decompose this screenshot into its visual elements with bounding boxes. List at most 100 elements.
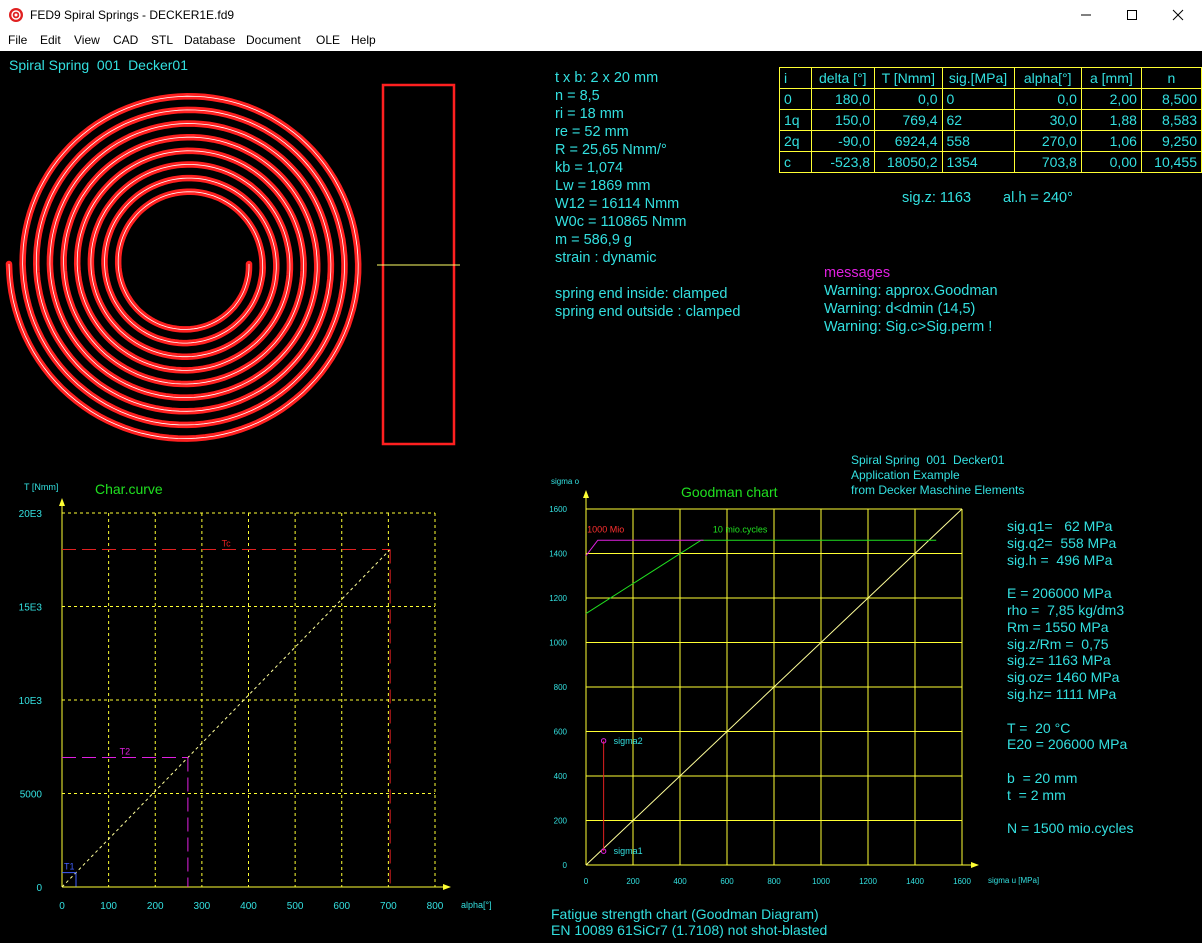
sig-z-text: sig.z: 1163: [902, 190, 972, 206]
material-line-12: T = 20 °C: [1007, 719, 1071, 736]
material-line-4: E = 206000 MPa: [1007, 585, 1112, 602]
table-cell: 0,0: [874, 88, 943, 110]
goodman-info: Spiral Spring 001 Decker01 Application Ex…: [851, 453, 1024, 498]
x-tick-label: 1600: [953, 877, 971, 886]
param-line-9: m = 586,9 g: [555, 232, 632, 248]
x-axis-label: alpha[°]: [461, 900, 492, 910]
y-axis-label: sigma o: [551, 477, 580, 486]
y-tick-label: 1600: [549, 505, 567, 514]
y-tick-label: 0: [563, 861, 568, 870]
table-cell: 9,250: [1140, 130, 1202, 152]
marker-label-T2: T2: [120, 747, 131, 757]
x-tick-label: 1200: [859, 877, 877, 886]
y-tick-label: 20E3: [19, 509, 43, 520]
param-line-13: spring end outside : clamped: [555, 304, 741, 320]
column-header: T [Nmm]: [874, 67, 943, 89]
y-axis-arrow: [583, 490, 589, 498]
goodman-chart: 0 200 400 600 800 1000 1200 1400 1600 0 200 400 600 8…: [549, 477, 1039, 886]
series-10-mio-cycles: [585, 539, 937, 615]
char-curve-chart: 0 100 200 300 400 500 600 700 800 0 5000 10E3 15E3 20…: [19, 481, 492, 912]
param-line-5: kb = 1,074: [555, 160, 624, 176]
table-cell: 6924,4: [874, 130, 943, 152]
material-line-10: sig.hz= 1111 MPa: [1007, 685, 1117, 702]
x-tick-label: 800: [427, 901, 444, 912]
table-cell: 0,00: [1080, 151, 1142, 173]
marker-label-Tc: Tc: [222, 538, 232, 548]
table-cell: 703,8: [1013, 151, 1082, 173]
param-line-4: R = 25,65 Nmm/°: [555, 142, 667, 158]
y-tick-label: 15E3: [19, 603, 43, 614]
spring-parameters: t x b: 2 x 20 mm n = 8,5 ri = 18 mm re = 52…: [555, 69, 740, 321]
material-line-17: [1007, 804, 1133, 821]
y-tick-label: 0: [36, 883, 42, 894]
param-line-0: t x b: 2 x 20 mm: [555, 70, 659, 86]
load-table: i delta [°] T [Nmm] sig.[MPa] alpha[°] a [mm]…: [779, 67, 1202, 173]
table-cell: c: [779, 151, 812, 173]
y-tick-label: 800: [554, 683, 568, 692]
x-tick-label: 300: [194, 901, 211, 912]
param-line-12: spring end inside: clamped: [555, 286, 728, 302]
x-tick-label: 1000: [812, 877, 830, 886]
x-tick-label: 0: [584, 877, 589, 886]
characteristic-line: [61, 549, 391, 888]
material-line-13: E20 = 206000 MPa: [1007, 736, 1128, 753]
table-cell: 18050,2: [874, 151, 943, 173]
x-tick-label: 800: [767, 877, 781, 886]
material-line-18: N = 1500 mio.cycles: [1007, 820, 1134, 837]
material-line-0: sig.q1= 62 MPa: [1007, 518, 1113, 534]
series-label-1000-mio: 1000 Mio: [587, 524, 624, 534]
table-header: i delta [°] T [Nmm] sig.[MPa] alpha[°] a [mm]…: [779, 67, 1202, 89]
table-cell: 1354: [941, 151, 1015, 173]
table-cell: 62: [941, 109, 1015, 131]
y-axis-label: T [Nmm]: [24, 482, 58, 492]
table-cell: -90,0: [810, 130, 876, 152]
y-tick-label: 400: [554, 772, 568, 781]
param-line-11: [555, 267, 740, 285]
x-tick-label: 0: [59, 901, 65, 912]
marker-label-T1: T1: [64, 862, 75, 872]
table-cell: 8,583: [1140, 109, 1202, 131]
messages-title: messages: [824, 265, 891, 281]
table-cell: 8,500: [1140, 88, 1202, 110]
column-header: alpha[°]: [1013, 67, 1082, 89]
x-tick-label: 600: [333, 901, 350, 912]
x-tick-label: 1400: [906, 877, 924, 886]
material-line-3: [1007, 568, 1133, 585]
x-tick-label: 200: [626, 877, 640, 886]
table-cell: 0,0: [1013, 88, 1082, 110]
table-cell: 1q: [779, 109, 812, 131]
message-line-1: Warning: d<dmin (14,5): [824, 301, 976, 317]
chart-title: Goodman chart: [681, 484, 778, 500]
goodman-info-line-0: Spiral Spring 001 Decker01: [851, 453, 1005, 467]
y-tick-label: 600: [554, 728, 568, 737]
table-cell: 558: [941, 130, 1015, 152]
table-cell: 2,00: [1080, 88, 1142, 110]
material-line-9: sig.oz= 1460 MPa: [1007, 669, 1120, 686]
table-cell: 1,88: [1080, 109, 1142, 131]
param-line-10: strain : dynamic: [555, 250, 657, 266]
column-header: sig.[MPa]: [941, 67, 1015, 89]
material-parameters: sig.q1= 62 MPa sig.q2= 558 MPa sig.h = 496…: [1007, 518, 1133, 837]
material-line-8: sig.z= 1163 MPa: [1007, 652, 1111, 669]
param-line-1: n = 8,5: [555, 88, 600, 104]
material-line-16: t = 2 mm: [1007, 786, 1066, 803]
table-cell: 769,4: [874, 109, 943, 131]
x-tick-label: 400: [673, 877, 687, 886]
material-line-1: sig.q2= 558 MPa: [1007, 534, 1117, 551]
table-row: 1q 150,0 769,4 62 30,0 1,88 8,583: [779, 109, 1202, 131]
table-cell: 150,0: [810, 109, 876, 131]
table-cell: 1,06: [1080, 130, 1142, 152]
footer-line-0: Fatigue strength chart (Goodman Diagram): [551, 906, 819, 922]
material-line-15: b = 20 mm: [1007, 769, 1078, 786]
chart-title: Char.curve: [95, 481, 163, 497]
y-tick-label: 1200: [549, 594, 567, 603]
column-header: n: [1140, 67, 1202, 89]
material-line-11: [1007, 703, 1133, 720]
point-label-sigma2: sigma2: [614, 736, 643, 746]
material-line-14: [1007, 753, 1133, 770]
column-header: a [mm]: [1080, 67, 1142, 89]
message-line-0: Warning: approx.Goodman: [824, 283, 998, 299]
goodman-info-line-2: from Decker Maschine Elements: [851, 483, 1025, 497]
table-cell: 270,0: [1013, 130, 1082, 152]
series-label-10-mio: 10 mio.cycles: [713, 524, 768, 534]
